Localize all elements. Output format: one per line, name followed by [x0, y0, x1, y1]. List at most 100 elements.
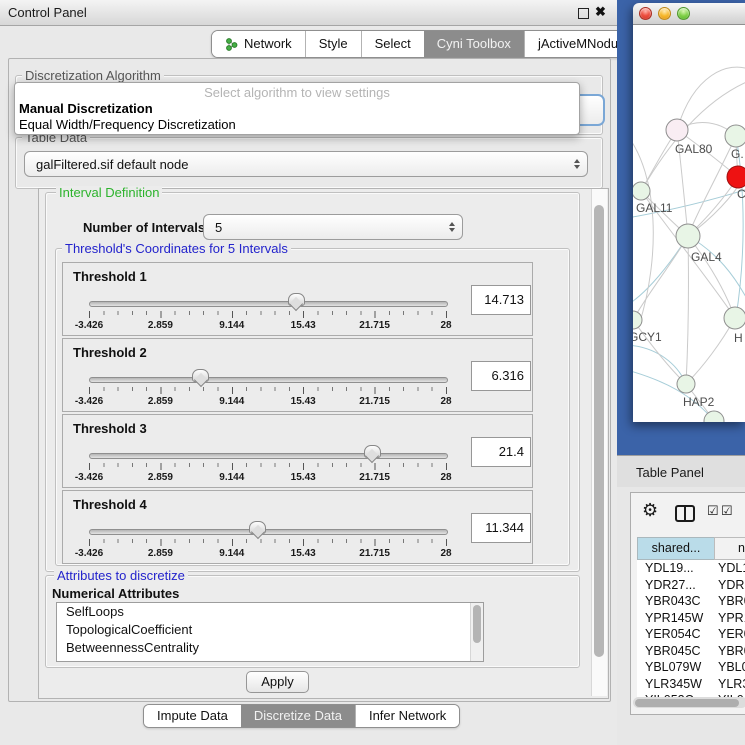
zoom-traffic-light-icon[interactable]	[677, 7, 690, 20]
tab-label: Select	[375, 31, 411, 57]
scrollbar-thumb[interactable]	[635, 699, 739, 707]
tab-style[interactable]: Style	[305, 31, 361, 57]
threshold-slider[interactable]: -3.4262.8599.14415.4321.71528	[63, 517, 463, 563]
threshold-panel-4: Threshold 4-3.4262.8599.14415.4321.71528…	[62, 490, 533, 564]
tick-label: 2.859	[148, 396, 173, 407]
gear-icon[interactable]: ⚙	[642, 500, 658, 521]
table-data-selected: galFiltered.sif default node	[36, 157, 188, 172]
cell-shared-name: YBR045C	[645, 643, 715, 660]
tab-label: Style	[319, 31, 348, 57]
tab-network[interactable]: Network	[212, 31, 305, 57]
cell-shared-name: YER054C	[645, 626, 715, 643]
tick-label: 15.43	[291, 548, 316, 559]
table-data-combobox[interactable]: galFiltered.sif default node	[24, 151, 588, 177]
number-of-intervals-label: Number of Intervals	[83, 220, 205, 235]
slider-thumb[interactable]	[249, 521, 266, 534]
cell-name: YPR1	[718, 610, 745, 627]
threshold-value-field[interactable]: 11.344	[471, 513, 531, 543]
attribute-item-selfloops[interactable]: SelfLoops	[57, 603, 483, 621]
close-traffic-light-icon[interactable]	[639, 7, 652, 20]
table-horizontal-scrollbar[interactable]	[633, 697, 745, 708]
tab-cyni-toolbox[interactable]: Cyni Toolbox	[424, 31, 524, 57]
table-row[interactable]: YBR043CYBR0	[637, 593, 745, 610]
node-gal4[interactable]	[676, 224, 700, 248]
control-panel: Control Panel ✖ Network Style Select Cyni T…	[0, 0, 617, 745]
float-window-icon[interactable]	[578, 8, 589, 19]
tick-label: 28	[440, 396, 451, 407]
cell-shared-name: YDR27...	[645, 577, 715, 594]
table-row[interactable]: YDR27...YDR2	[637, 577, 745, 594]
settings-vertical-scrollbar[interactable]	[591, 189, 607, 696]
apply-button[interactable]: Apply	[246, 671, 309, 693]
bottom-tabbar: Impute DataDiscretize DataInfer Network	[143, 704, 460, 728]
slider-track	[89, 377, 448, 383]
tick-label: 2.859	[148, 548, 173, 559]
table-row[interactable]: YPR145WYPR1	[637, 610, 745, 627]
attribute-item-betweennesscentrality[interactable]: BetweennessCentrality	[57, 639, 483, 657]
tick-label: 9.144	[219, 548, 244, 559]
table-row[interactable]: YBR045CYBR0	[637, 643, 745, 660]
split-view-icon[interactable]	[675, 505, 695, 522]
scrollbar-thumb[interactable]	[594, 205, 604, 657]
threshold-slider[interactable]: -3.4262.8599.14415.4321.71528	[63, 441, 463, 487]
table-row[interactable]: YDL19...YDL1	[637, 560, 745, 577]
tab-discretize-data[interactable]: Discretize Data	[241, 705, 355, 727]
column-header-na[interactable]: na	[714, 537, 745, 560]
node-hap2[interactable]	[677, 375, 695, 393]
minimize-traffic-light-icon[interactable]	[658, 7, 671, 20]
tick-label: 21.715	[359, 396, 390, 407]
tick-label: -3.426	[75, 320, 103, 331]
slider-thumb[interactable]	[192, 369, 209, 382]
tick-label: 15.43	[291, 396, 316, 407]
tick-label: 9.144	[219, 320, 244, 331]
close-icon[interactable]: ✖	[595, 4, 606, 20]
tick-label: 21.715	[359, 320, 390, 331]
spinner-arrows-icon	[449, 222, 455, 232]
table-row[interactable]: YER054CYER0	[637, 626, 745, 643]
cell-name: YBR0	[718, 593, 745, 610]
tick-label: 2.859	[148, 472, 173, 483]
table-row[interactable]: YLR345WYLR3	[637, 676, 745, 693]
cell-name: YBL0	[718, 659, 745, 676]
scrollbar-thumb[interactable]	[473, 605, 481, 643]
threshold-slider[interactable]: -3.4262.8599.14415.4321.71528	[63, 289, 463, 335]
algorithm-dropdown-popup: Select algorithm to view settings Manual…	[14, 82, 580, 135]
table-row[interactable]: YBL079WYBL0	[637, 659, 745, 676]
threshold-value-field[interactable]: 21.4	[471, 437, 531, 467]
node-h[interactable]	[724, 307, 745, 329]
network-icon	[225, 37, 238, 52]
checkbox-icon[interactable]: ☑	[721, 503, 733, 519]
cell-name: YLR3	[718, 676, 745, 693]
slider-thumb[interactable]	[364, 445, 381, 458]
number-of-intervals-combobox[interactable]: 5	[203, 214, 463, 240]
control-panel-title: Control Panel	[8, 5, 87, 20]
node-gal11[interactable]	[633, 182, 650, 200]
algorithm-option-manual-discretization[interactable]: Manual Discretization	[15, 101, 579, 117]
threshold-slider[interactable]: -3.4262.8599.14415.4321.71528	[63, 365, 463, 411]
node-label-h: H	[734, 331, 743, 345]
tick-label: 9.144	[219, 396, 244, 407]
attribute-item-topologicalcoefficient[interactable]: TopologicalCoefficient	[57, 621, 483, 639]
tab-infer-network[interactable]: Infer Network	[355, 705, 459, 727]
checkbox-icon[interactable]: ☑	[707, 503, 719, 519]
node-g[interactable]	[725, 125, 745, 147]
column-header-shared[interactable]: shared...	[637, 537, 715, 560]
node-gal80[interactable]	[666, 119, 688, 141]
slider-track	[89, 453, 448, 459]
node-red-node[interactable]	[727, 166, 745, 188]
network-canvas[interactable]: GAL80G.CGAL11GAL4GCY1HHAP2	[633, 25, 745, 422]
threshold-value-field[interactable]: 14.713	[471, 285, 531, 315]
number-of-intervals-value: 5	[215, 220, 222, 235]
tick-label: 9.144	[219, 472, 244, 483]
tab-impute-data[interactable]: Impute Data	[144, 705, 241, 727]
algorithm-option-equal-width-frequency-discretization[interactable]: Equal Width/Frequency Discretization	[15, 117, 579, 133]
list-vertical-scrollbar[interactable]	[470, 603, 483, 661]
tab-label: Network	[244, 31, 292, 57]
tab-select[interactable]: Select	[361, 31, 424, 57]
interval-definition-title: Interval Definition	[56, 186, 162, 199]
node-gcy1[interactable]	[633, 311, 642, 329]
cell-name: YER0	[718, 626, 745, 643]
cell-name: YDR2	[718, 577, 745, 594]
slider-thumb[interactable]	[288, 293, 305, 306]
threshold-value-field[interactable]: 6.316	[471, 361, 531, 391]
